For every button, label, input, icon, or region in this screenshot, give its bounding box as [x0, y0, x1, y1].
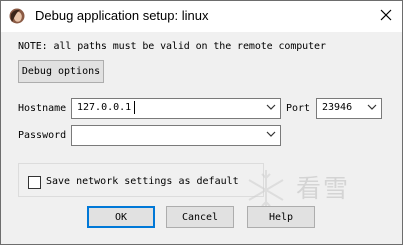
text-caret — [134, 101, 135, 114]
ida-woman-icon — [9, 8, 25, 24]
help-label: Help — [268, 211, 294, 223]
debug-options-button[interactable]: Debug options — [18, 60, 104, 83]
help-button[interactable]: Help — [247, 206, 315, 228]
password-label: Password — [18, 130, 67, 141]
note-text: NOTE: all paths must be valid on the rem… — [18, 41, 326, 52]
port-input[interactable]: 23946 — [316, 98, 382, 119]
cancel-label: Cancel — [181, 211, 219, 223]
chevron-down-icon[interactable] — [266, 103, 276, 111]
chevron-down-icon[interactable] — [266, 130, 276, 138]
port-value: 23946 — [322, 102, 353, 113]
hostname-label: Hostname — [18, 103, 67, 114]
password-input[interactable] — [71, 125, 281, 146]
hostname-value: 127.0.0.1 — [77, 102, 132, 113]
watermark-text: 看雪 — [296, 174, 351, 203]
debug-options-label: Debug options — [21, 66, 101, 77]
ok-button[interactable]: OK — [87, 206, 155, 228]
port-label: Port — [286, 103, 311, 114]
window-title: Debug application setup: linux — [35, 8, 209, 23]
dialog-window: Debug application setup: linux NOTE: all… — [0, 0, 403, 245]
save-settings-label[interactable]: Save network settings as default — [46, 176, 239, 187]
cancel-button[interactable]: Cancel — [166, 206, 234, 228]
ok-label: OK — [114, 211, 128, 223]
chevron-down-icon[interactable] — [367, 103, 377, 111]
title-bar: Debug application setup: linux — [1, 1, 402, 32]
hostname-input[interactable]: 127.0.0.1 — [71, 98, 281, 119]
close-icon[interactable] — [378, 7, 394, 23]
save-settings-checkbox[interactable] — [28, 176, 41, 189]
